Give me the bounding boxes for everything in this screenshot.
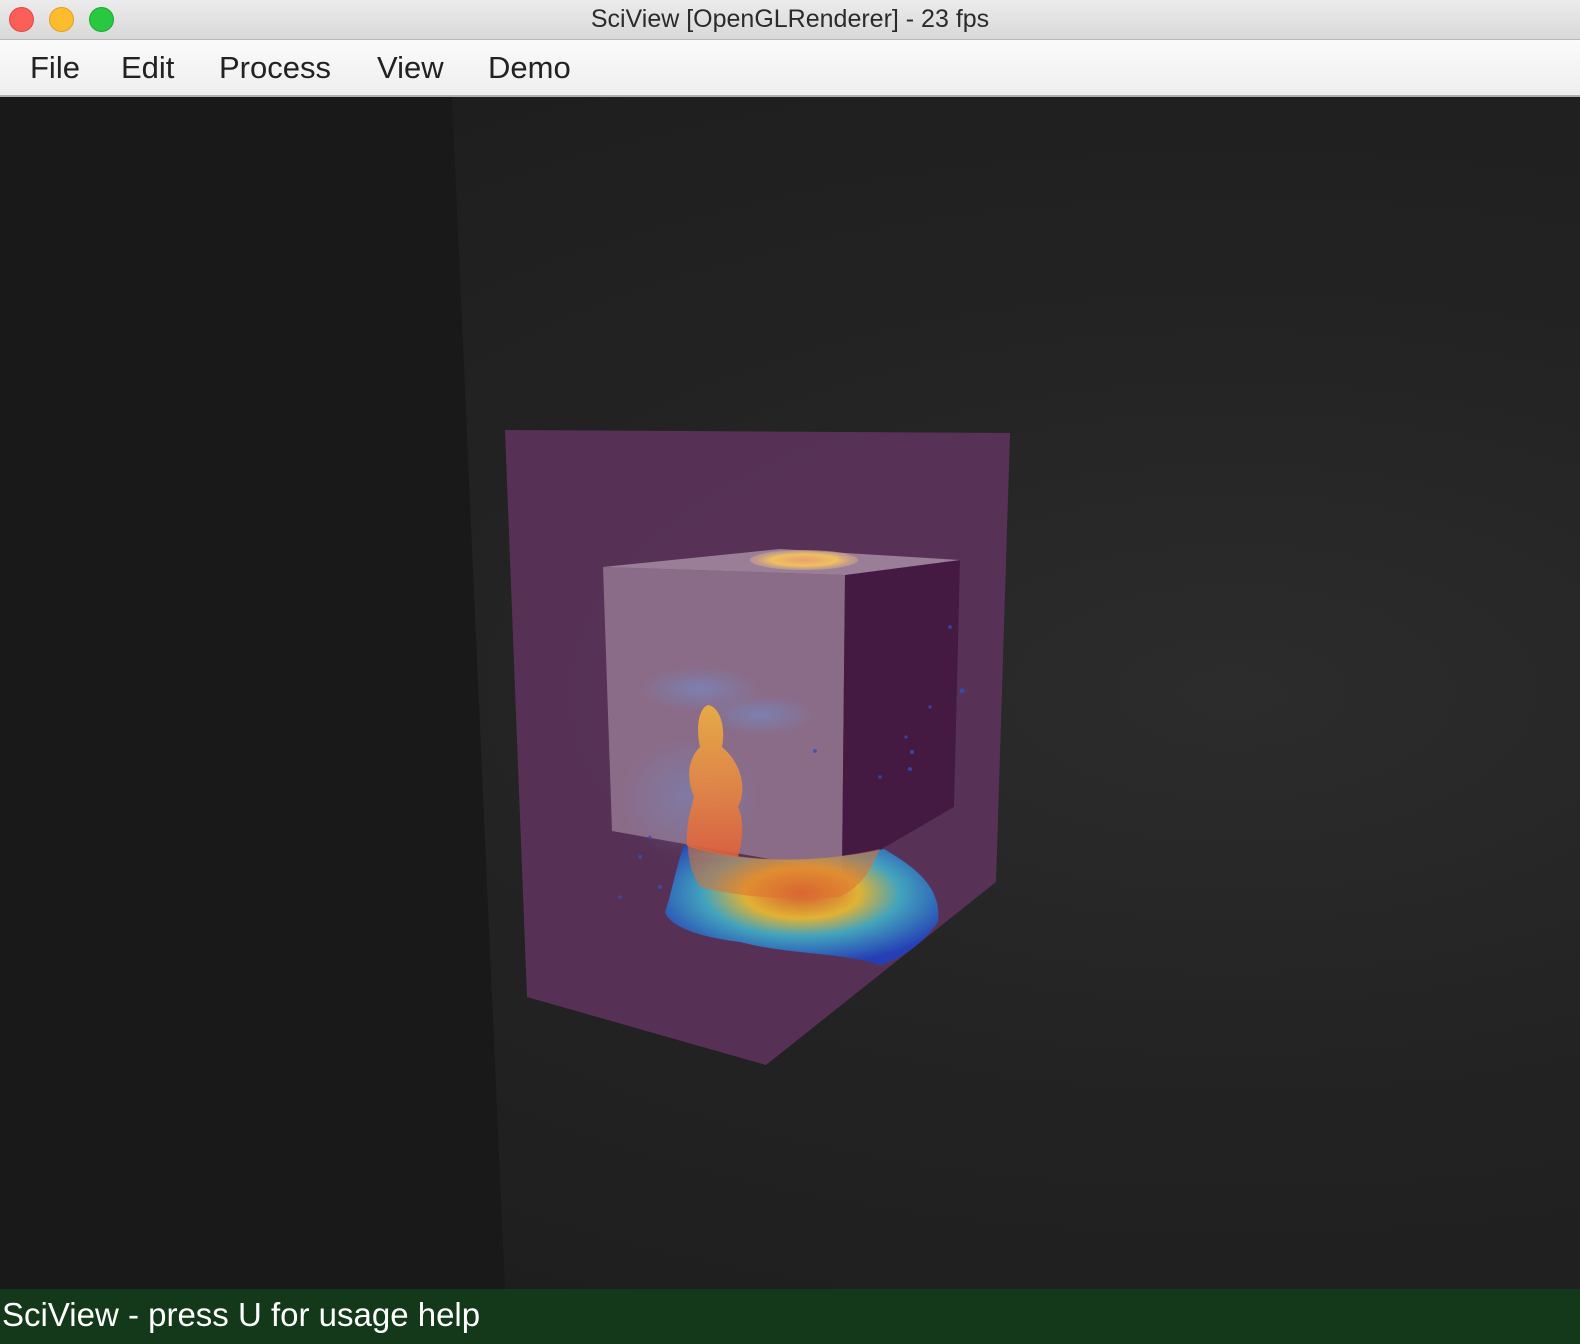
status-bar: SciView - press U for usage help: [0, 1289, 1580, 1344]
menu-demo[interactable]: Demo: [488, 40, 571, 95]
window-title: SciView [OpenGLRenderer] - 23 fps: [590, 5, 990, 33]
menu-edit[interactable]: Edit: [121, 40, 174, 95]
menu-view[interactable]: View: [377, 40, 444, 95]
menu-bar: File Edit Process View Demo: [0, 40, 1580, 97]
menu-process[interactable]: Process: [219, 40, 331, 95]
menu-file[interactable]: File: [30, 40, 80, 95]
sciview-window: SciView [OpenGLRenderer] - 23 fps File E…: [0, 0, 1580, 1344]
heat-spot-top: [750, 550, 858, 570]
title-bar[interactable]: SciView [OpenGLRenderer] - 23 fps: [0, 0, 1580, 40]
render-viewport[interactable]: [0, 97, 1580, 1289]
scene-left-wall: [0, 97, 505, 1289]
scene-render[interactable]: [0, 97, 1580, 1289]
